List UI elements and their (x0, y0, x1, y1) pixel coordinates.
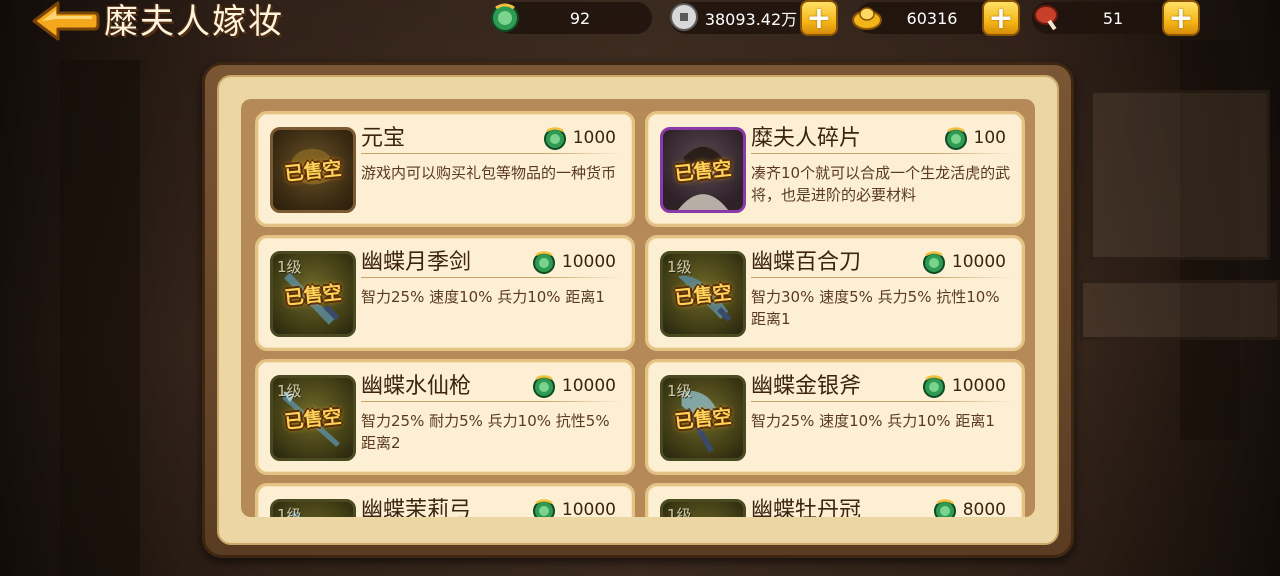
item-name: 幽蝶牡丹冠 (751, 498, 862, 517)
jade-dragon-icon (543, 127, 566, 150)
item-thumbnail: 1级 (270, 499, 356, 517)
shop-panel: 已售空 元宝 1000 游戏内可以购买礼包等物品的一种货币 已售空 糜夫人碎片 … (202, 62, 1074, 558)
item-price-value: 8000 (962, 500, 1006, 517)
item-description: 游戏内可以购买礼包等物品的一种货币 (361, 164, 617, 182)
shop-item-list[interactable]: 已售空 元宝 1000 游戏内可以购买礼包等物品的一种货币 已售空 糜夫人碎片 … (241, 99, 1035, 517)
item-level: 1级 (277, 506, 302, 517)
item-name: 幽蝶金银斧 (751, 374, 862, 399)
jade-dragon-icon (933, 499, 956, 517)
gold-ingot-icon (852, 7, 882, 30)
add-gold-button[interactable]: + (982, 0, 1020, 36)
shop-item-card[interactable]: 1级 已售空 幽蝶月季剑 10000 智力25% 速度10% 兵力10% 距离1 (255, 235, 635, 351)
item-price-value: 10000 (561, 500, 616, 517)
item-level: 1级 (667, 382, 692, 400)
item-divider (361, 277, 623, 278)
item-description: 智力25% 速度10% 兵力10% 距离1 (361, 288, 605, 306)
item-price-value: 10000 (951, 376, 1006, 396)
shop-item-card[interactable]: 1级 幽蝶牡丹冠 8000 (645, 483, 1025, 517)
page-title: 糜夫人嫁妆 (104, 2, 284, 42)
item-level: 1级 (277, 382, 302, 400)
jade-dragon-icon (532, 375, 555, 398)
meat-icon (1034, 5, 1058, 31)
item-price: 100 (942, 124, 1006, 152)
shop-item-card[interactable]: 1级 已售空 幽蝶金银斧 10000 智力25% 速度10% 兵力10% 距离1 (645, 359, 1025, 475)
background-pillar-left (60, 60, 140, 576)
item-description: 智力25% 速度10% 兵力10% 距离1 (751, 412, 995, 430)
resource-jade-token-value: 92 (569, 8, 591, 28)
item-thumbnail: 1级 已售空 (660, 375, 746, 461)
item-price-value: 10000 (561, 376, 616, 396)
item-name: 元宝 (361, 126, 406, 151)
jade-dragon-icon (532, 499, 555, 517)
item-divider (751, 153, 1013, 154)
resource-gold-value: 60316 (906, 8, 958, 28)
item-divider (361, 153, 623, 154)
item-name: 幽蝶茉莉弓 (361, 498, 472, 517)
shop-item-card[interactable]: 1级 已售空 幽蝶百合刀 10000 智力30% 速度5% 兵力5% 抗性10%… (645, 235, 1025, 351)
item-divider (751, 277, 1013, 278)
item-price: 10000 (530, 248, 616, 276)
silver-coin-icon (670, 3, 698, 31)
back-arrow-icon (32, 1, 100, 41)
item-divider (751, 401, 1013, 402)
background-shelf (1080, 280, 1280, 340)
shop-item-card[interactable]: 1级 幽蝶茉莉弓 10000 (255, 483, 635, 517)
jade-dragon-icon (532, 251, 555, 274)
add-silver-button[interactable]: + (800, 0, 838, 36)
item-level: 1级 (667, 258, 692, 276)
item-price: 1000 (541, 124, 616, 152)
resource-silver-value: 38093.42万 (704, 10, 798, 29)
shop-item-card[interactable]: 1级 已售空 幽蝶水仙枪 10000 智力25% 耐力5% 兵力10% 抗性5%… (255, 359, 635, 475)
item-name: 幽蝶水仙枪 (361, 374, 472, 399)
item-price: 10000 (530, 372, 616, 400)
item-name: 糜夫人碎片 (751, 126, 862, 151)
item-price-value: 100 (973, 128, 1006, 148)
item-description: 凑齐10个就可以合成一个生龙活虎的武将，也是进阶的必要材料 (751, 164, 1011, 204)
item-thumbnail: 1级 已售空 (270, 375, 356, 461)
item-thumbnail: 1级 已售空 (270, 251, 356, 337)
jade-dragon-icon (922, 375, 945, 398)
item-price: 10000 (920, 248, 1006, 276)
jade-dragon-icon (944, 127, 967, 150)
jade-dragon-icon (491, 3, 519, 32)
item-level: 1级 (277, 258, 302, 276)
back-button[interactable] (30, 0, 100, 41)
shop-item-card[interactable]: 已售空 元宝 1000 游戏内可以购买礼包等物品的一种货币 (255, 111, 635, 227)
item-name: 幽蝶百合刀 (751, 250, 862, 275)
item-price: 10000 (920, 372, 1006, 400)
item-thumbnail: 已售空 (270, 127, 356, 213)
item-price: 10000 (530, 496, 616, 517)
item-name: 幽蝶月季剑 (361, 250, 472, 275)
item-thumbnail: 1级 (660, 499, 746, 517)
item-price-value: 10000 (561, 252, 616, 272)
item-divider (361, 401, 623, 402)
add-meat-button[interactable]: + (1162, 0, 1200, 36)
item-description: 智力25% 耐力5% 兵力10% 抗性5% 距离2 (361, 412, 610, 452)
shop-item-card[interactable]: 已售空 糜夫人碎片 100 凑齐10个就可以合成一个生龙活虎的武将，也是进阶的必… (645, 111, 1025, 227)
item-description: 智力30% 速度5% 兵力5% 抗性10% 距离1 (751, 288, 1000, 328)
item-thumbnail: 1级 已售空 (660, 251, 746, 337)
shop-panel-border: 已售空 元宝 1000 游戏内可以购买礼包等物品的一种货币 已售空 糜夫人碎片 … (217, 75, 1059, 545)
jade-dragon-icon (922, 251, 945, 274)
resource-meat-value: 51 (1102, 8, 1124, 28)
item-level: 1级 (667, 506, 692, 517)
item-price: 8000 (931, 496, 1006, 517)
background-window (1090, 90, 1270, 260)
item-price-value: 10000 (951, 252, 1006, 272)
item-thumbnail: 已售空 (660, 127, 746, 213)
item-price-value: 1000 (572, 128, 616, 148)
